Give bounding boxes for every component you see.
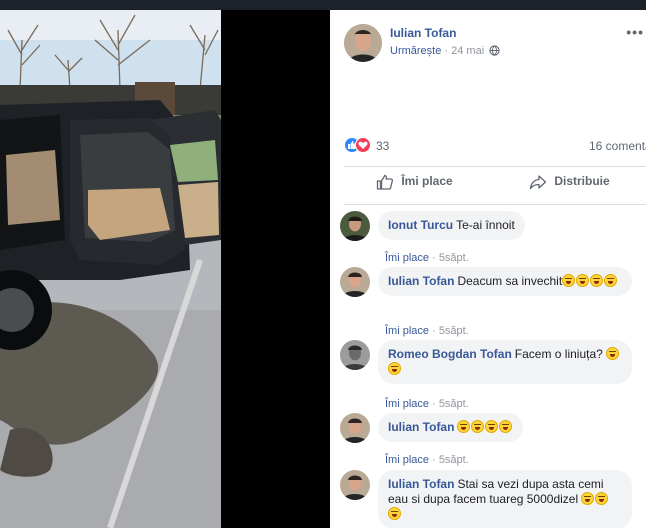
divider-bottom xyxy=(344,204,646,205)
laughing-emoji-icon xyxy=(388,362,401,375)
share-button-label: Distribuie xyxy=(554,174,610,189)
commenter-name[interactable]: Ionut Turcu xyxy=(388,218,453,232)
comments-count[interactable]: 16 comentarii xyxy=(589,139,646,153)
meta-separator: · xyxy=(444,45,449,57)
commenter-name[interactable]: Iulian Tofan xyxy=(388,420,454,434)
commenter-avatar[interactable] xyxy=(340,413,370,443)
laughing-emoji-icon xyxy=(388,507,401,520)
commenter-avatar[interactable] xyxy=(340,340,370,370)
share-button[interactable]: Distribuie xyxy=(529,174,610,190)
commenter-name[interactable]: Romeo Bogdan Tofan xyxy=(388,347,512,361)
commenter-name[interactable]: Iulian Tofan xyxy=(388,477,454,491)
photo-viewer xyxy=(0,10,330,528)
laughing-emoji-icon xyxy=(606,347,620,360)
laughing-emoji-icon xyxy=(590,274,604,287)
laughing-emoji-icon xyxy=(471,420,485,433)
comment-time[interactable]: 5săpt. xyxy=(439,398,469,410)
reactions-count[interactable]: 33 xyxy=(376,139,389,153)
author-avatar[interactable] xyxy=(344,24,382,62)
laughing-emoji-icon xyxy=(595,492,609,505)
comment-text: Deacum sa invechit xyxy=(457,274,563,288)
comment-bubble: Iulian Tofan Deacum sa invechit xyxy=(378,267,632,296)
comment-bubble: Iulian Tofan Stai sa vezi dupa asta cemi … xyxy=(378,470,632,528)
follow-link[interactable]: Urmărește xyxy=(390,45,441,57)
comment-time[interactable]: 5săpt. xyxy=(439,325,469,337)
laughing-emoji-icon xyxy=(457,420,471,433)
reactions-bar[interactable]: 33 16 comentarii xyxy=(344,136,646,154)
commenter-avatar[interactable] xyxy=(340,211,370,241)
comment-time[interactable]: 5săpt. xyxy=(439,454,469,466)
comment-text: Te-ai înnoit xyxy=(456,218,515,232)
post-meta: Urmărește · 24 mai xyxy=(390,45,500,57)
post-header: Iulian Tofan Urmărește · 24 mai ••• xyxy=(344,24,644,64)
comment-bubble: Romeo Bogdan Tofan Facem o liniuța? xyxy=(378,340,632,384)
commenter-name[interactable]: Iulian Tofan xyxy=(388,274,454,288)
comment-bubble: Iulian Tofan xyxy=(378,413,524,442)
comment-like-link[interactable]: Îmi place xyxy=(385,454,429,466)
share-arrow-icon xyxy=(529,174,554,190)
more-options-icon[interactable]: ••• xyxy=(626,24,644,40)
post-photo[interactable] xyxy=(0,10,221,528)
laughing-emoji-icon xyxy=(562,274,576,287)
like-button[interactable]: Îmi place xyxy=(376,174,453,190)
post-panel: Iulian Tofan Urmărește · 24 mai ••• 33 1… xyxy=(330,10,646,528)
love-reaction-icon xyxy=(355,137,371,153)
laughing-emoji-icon xyxy=(485,420,499,433)
comment-like-link[interactable]: Îmi place xyxy=(385,398,429,410)
thumbs-up-icon xyxy=(376,174,401,190)
laughing-emoji-icon xyxy=(499,420,513,433)
laughing-emoji-icon xyxy=(576,274,590,287)
comment-text: Facem o liniuța? xyxy=(514,347,603,361)
like-button-label: Îmi place xyxy=(401,174,453,189)
comment-actions: Îmi place · 5săpt. xyxy=(385,252,469,264)
comment-bubble: Ionut Turcu Te-ai înnoit xyxy=(378,211,525,240)
globe-icon xyxy=(487,45,500,57)
laughing-emoji-icon xyxy=(604,274,618,287)
comment-actions: Îmi place · 5săpt. xyxy=(385,325,469,337)
comment-like-link[interactable]: Îmi place xyxy=(385,252,429,264)
comment-like-link[interactable]: Îmi place xyxy=(385,325,429,337)
commenter-avatar[interactable] xyxy=(340,470,370,500)
divider-top xyxy=(344,166,646,167)
comment-actions: Îmi place · 5săpt. xyxy=(385,454,469,466)
laughing-emoji-icon xyxy=(581,492,595,505)
comment-actions: Îmi place · 5săpt. xyxy=(385,398,469,410)
post-date[interactable]: 24 mai xyxy=(451,45,484,57)
commenter-avatar[interactable] xyxy=(340,267,370,297)
post-author[interactable]: Iulian Tofan xyxy=(390,26,456,40)
comment-time[interactable]: 5săpt. xyxy=(439,252,469,264)
top-bar xyxy=(0,0,646,10)
